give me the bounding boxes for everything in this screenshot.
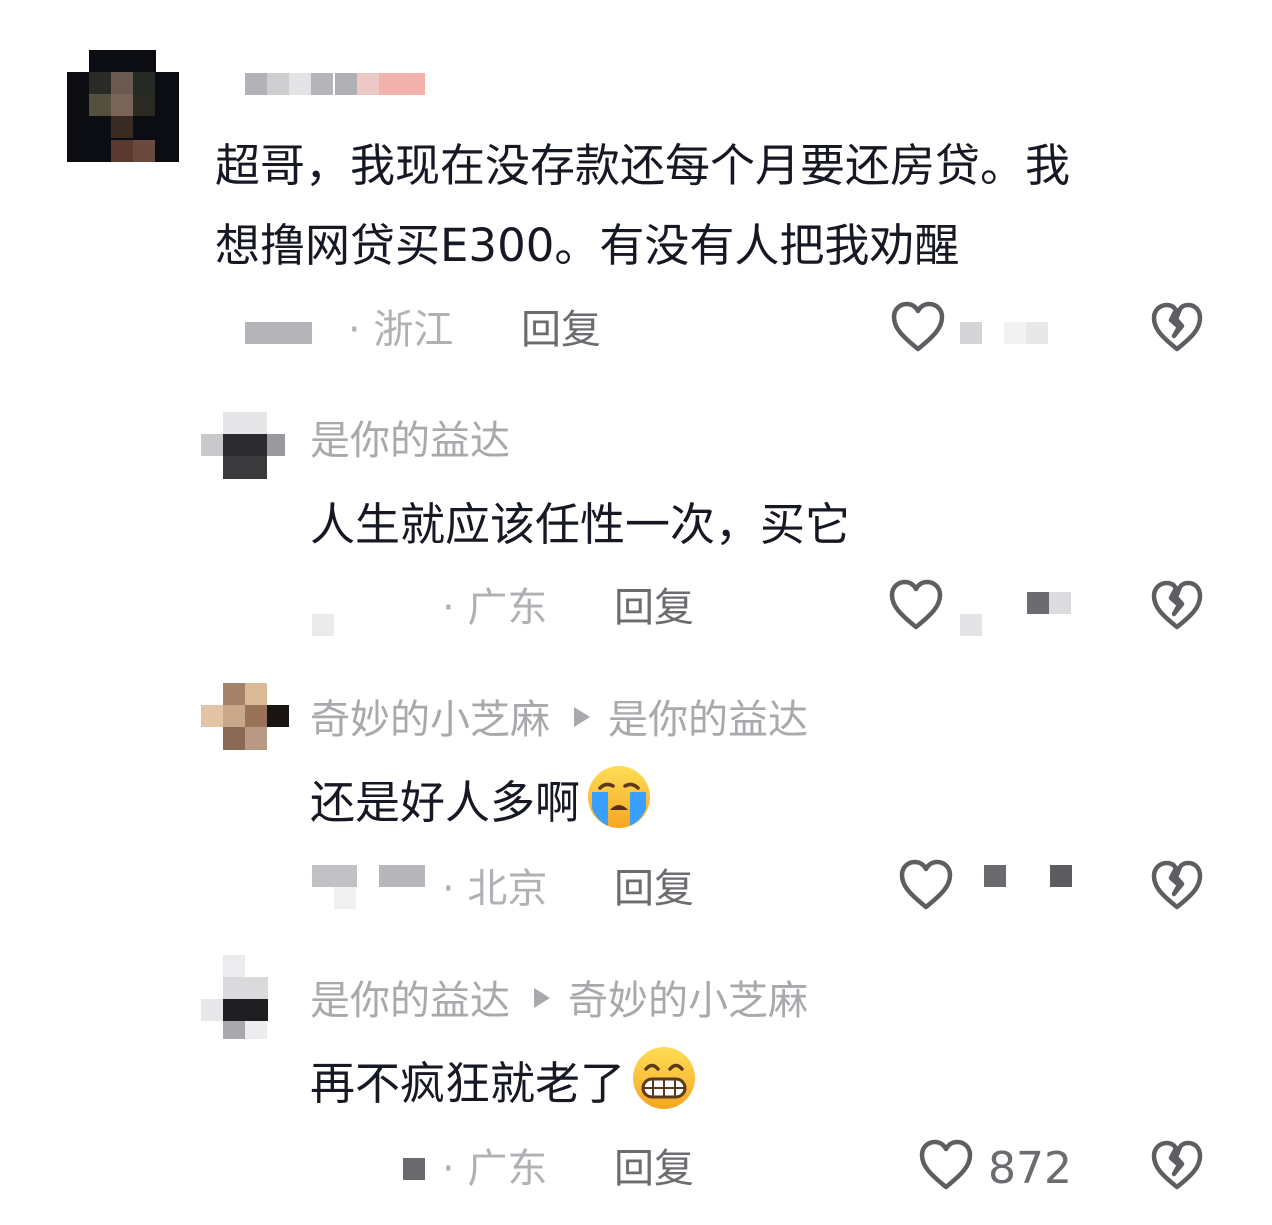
dislike-button[interactable]: [1150, 858, 1204, 916]
timestamp-blurred: [403, 1158, 425, 1180]
reply-button[interactable]: 回复: [614, 1149, 694, 1189]
like-count-blurred: [960, 592, 1072, 638]
triangle-right-icon: [534, 988, 550, 1008]
username[interactable]: 是你的益达 奇妙的小芝麻: [310, 981, 808, 1021]
reply-to-username[interactable]: 是你的益达: [608, 697, 808, 743]
username-blurred[interactable]: [245, 73, 425, 95]
avatar[interactable]: [67, 50, 179, 162]
heart-outline-icon: [919, 1139, 973, 1190]
like-button[interactable]: [898, 858, 954, 916]
username[interactable]: 是你的益达: [310, 421, 510, 461]
heart-outline-icon: [899, 859, 953, 910]
triangle-right-icon: [574, 707, 590, 727]
like-button[interactable]: [890, 300, 946, 358]
broken-heart-icon: [1151, 1140, 1203, 1190]
avatar[interactable]: [201, 683, 290, 750]
heart-outline-icon: [891, 301, 945, 352]
crying-face-icon: [586, 764, 652, 855]
broken-heart-icon: [1151, 580, 1203, 630]
comment-text-label: 还是好人多啊: [310, 776, 581, 829]
like-count-blurred: [984, 865, 1074, 887]
broken-heart-icon: [1151, 302, 1203, 352]
avatar[interactable]: [201, 412, 285, 479]
like-count: 872: [988, 1143, 1072, 1194]
reply-button[interactable]: 回复: [521, 310, 601, 350]
like-button[interactable]: [888, 578, 944, 636]
location: · 广东: [442, 585, 548, 631]
like-button[interactable]: [918, 1138, 974, 1196]
avatar[interactable]: [201, 955, 268, 1039]
comment-text-label: 再不疯狂就老了: [310, 1057, 626, 1110]
broken-heart-icon: [1151, 860, 1203, 910]
reply-button[interactable]: 回复: [614, 869, 694, 909]
grinning-face-icon: [631, 1045, 697, 1136]
like-count-blurred: [960, 322, 1050, 344]
location: · 浙江: [348, 307, 454, 353]
username-label[interactable]: 是你的益达: [310, 978, 510, 1024]
timestamp-blurred: [312, 614, 334, 636]
username-label[interactable]: 奇妙的小芝麻: [310, 697, 550, 743]
timestamp-blurred: [312, 865, 426, 909]
reply-button[interactable]: 回复: [614, 588, 694, 628]
dislike-button[interactable]: [1150, 1138, 1204, 1196]
comment-text: 再不疯狂就老了: [310, 1044, 697, 1136]
comment-text: 超哥，我现在没存款还每个月要还房贷。我 想撸网贷买E300。有没有人把我劝醒: [215, 139, 1071, 272]
heart-outline-icon: [889, 579, 943, 630]
username[interactable]: 奇妙的小芝麻 是你的益达: [310, 700, 808, 740]
reply-to-username[interactable]: 奇妙的小芝麻: [568, 978, 808, 1024]
timestamp-blurred: [245, 322, 312, 344]
dislike-button[interactable]: [1150, 578, 1204, 636]
comment-text: 人生就应该任性一次，买它: [310, 498, 851, 551]
dislike-button[interactable]: [1150, 300, 1204, 358]
location: · 广东: [442, 1146, 548, 1192]
comment-text: 还是好人多啊: [310, 763, 652, 855]
location: · 北京: [442, 866, 548, 912]
